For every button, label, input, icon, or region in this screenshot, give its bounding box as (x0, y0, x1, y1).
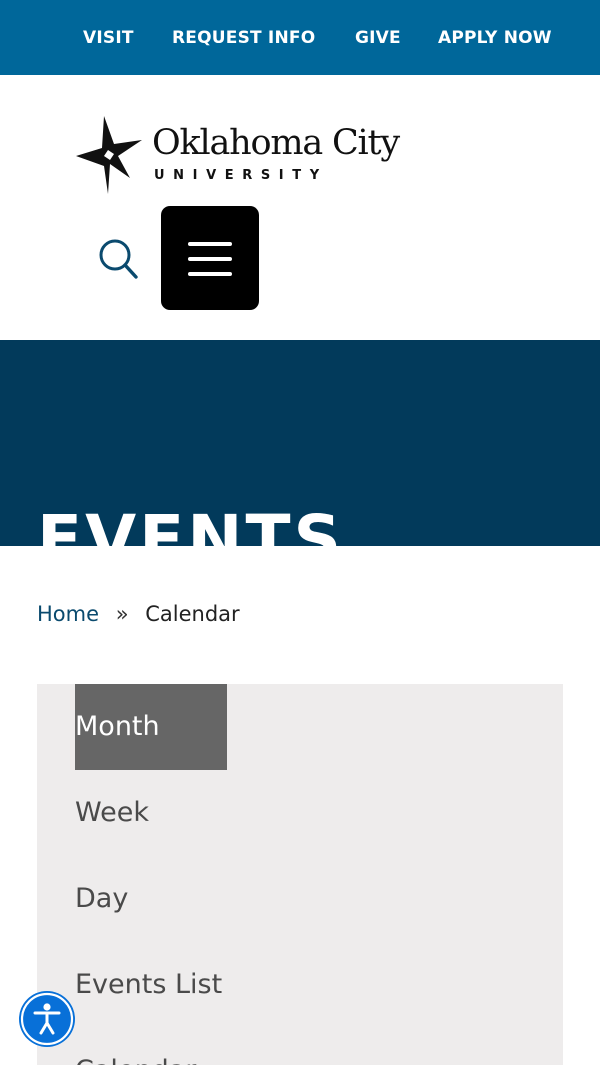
hero-banner: EVENTS (0, 340, 600, 546)
view-month[interactable]: Month (75, 684, 227, 770)
university-logo[interactable]: Oklahoma City UNIVERSITY (74, 114, 419, 196)
logo-subtitle: UNIVERSITY (154, 168, 328, 183)
view-calendar[interactable]: Calendar (75, 1028, 227, 1065)
breadcrumb-current: Calendar (145, 602, 240, 626)
breadcrumb-separator: » (115, 602, 129, 626)
page-title: EVENTS (37, 501, 345, 546)
nav-link-visit[interactable]: VISIT (83, 27, 134, 49)
accessibility-button[interactable] (19, 991, 75, 1047)
accessibility-icon (20, 992, 74, 1046)
breadcrumb-home[interactable]: Home (37, 602, 99, 626)
calendar-view-selector: Month Week Day Events List Calendar (37, 684, 563, 1065)
breadcrumb: Home » Calendar (37, 600, 240, 628)
view-day[interactable]: Day (75, 856, 227, 942)
nav-link-give[interactable]: GIVE (355, 27, 401, 49)
view-week[interactable]: Week (75, 770, 227, 856)
hamburger-icon (188, 242, 232, 246)
search-button[interactable] (96, 237, 140, 281)
logo-wordmark: Oklahoma City (152, 123, 400, 163)
nav-link-apply-now[interactable]: APPLY NOW (438, 27, 552, 49)
menu-button[interactable] (161, 206, 259, 310)
search-icon (99, 239, 138, 279)
star-logo-icon (76, 116, 142, 194)
nav-link-request-info[interactable]: REQUEST INFO (172, 27, 315, 49)
utility-bar: VISIT REQUEST INFO GIVE APPLY NOW (0, 0, 600, 75)
view-events-list[interactable]: Events List (75, 942, 227, 1028)
